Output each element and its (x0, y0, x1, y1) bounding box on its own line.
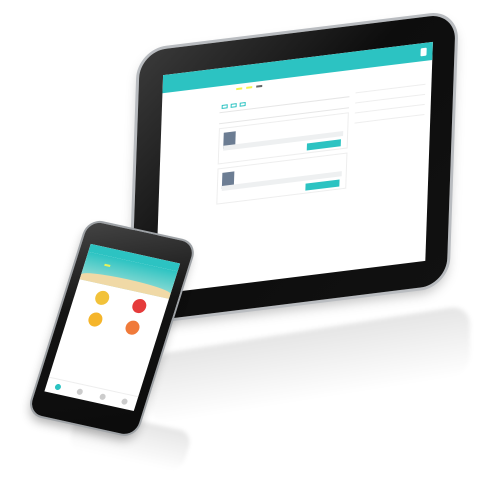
nav-order-icon[interactable] (98, 393, 107, 401)
tablet-side-panel (354, 74, 426, 124)
tablet-tag-1[interactable] (236, 87, 243, 91)
tablet-header-button[interactable] (420, 47, 427, 57)
banner-title (104, 263, 111, 267)
filter-chip[interactable] (230, 103, 237, 108)
phone-screen (44, 243, 181, 412)
reserve-icon (86, 311, 104, 328)
tablet-order-list (216, 86, 350, 205)
menu-item[interactable] (74, 308, 116, 332)
phone-bottom-nav (44, 376, 139, 412)
tablet-toolbar (232, 84, 263, 91)
nav-home-icon[interactable] (53, 383, 62, 391)
filter-chip[interactable] (221, 104, 228, 109)
food-icon (92, 289, 111, 307)
order-confirm-button[interactable] (305, 179, 340, 191)
tablet-tag-3[interactable] (256, 84, 263, 88)
menu-item[interactable] (111, 317, 153, 341)
order-confirm-button[interactable] (306, 139, 341, 151)
menu-item[interactable] (117, 295, 159, 319)
nav-menu-icon[interactable] (76, 388, 84, 396)
coupon-icon (123, 319, 141, 336)
filter-chip[interactable] (239, 101, 246, 107)
order-icon (130, 297, 148, 315)
tablet-tag-2[interactable] (246, 86, 253, 89)
menu-item[interactable] (80, 287, 122, 311)
tablet-reflection (150, 304, 470, 426)
nav-profile-icon[interactable] (120, 398, 129, 406)
